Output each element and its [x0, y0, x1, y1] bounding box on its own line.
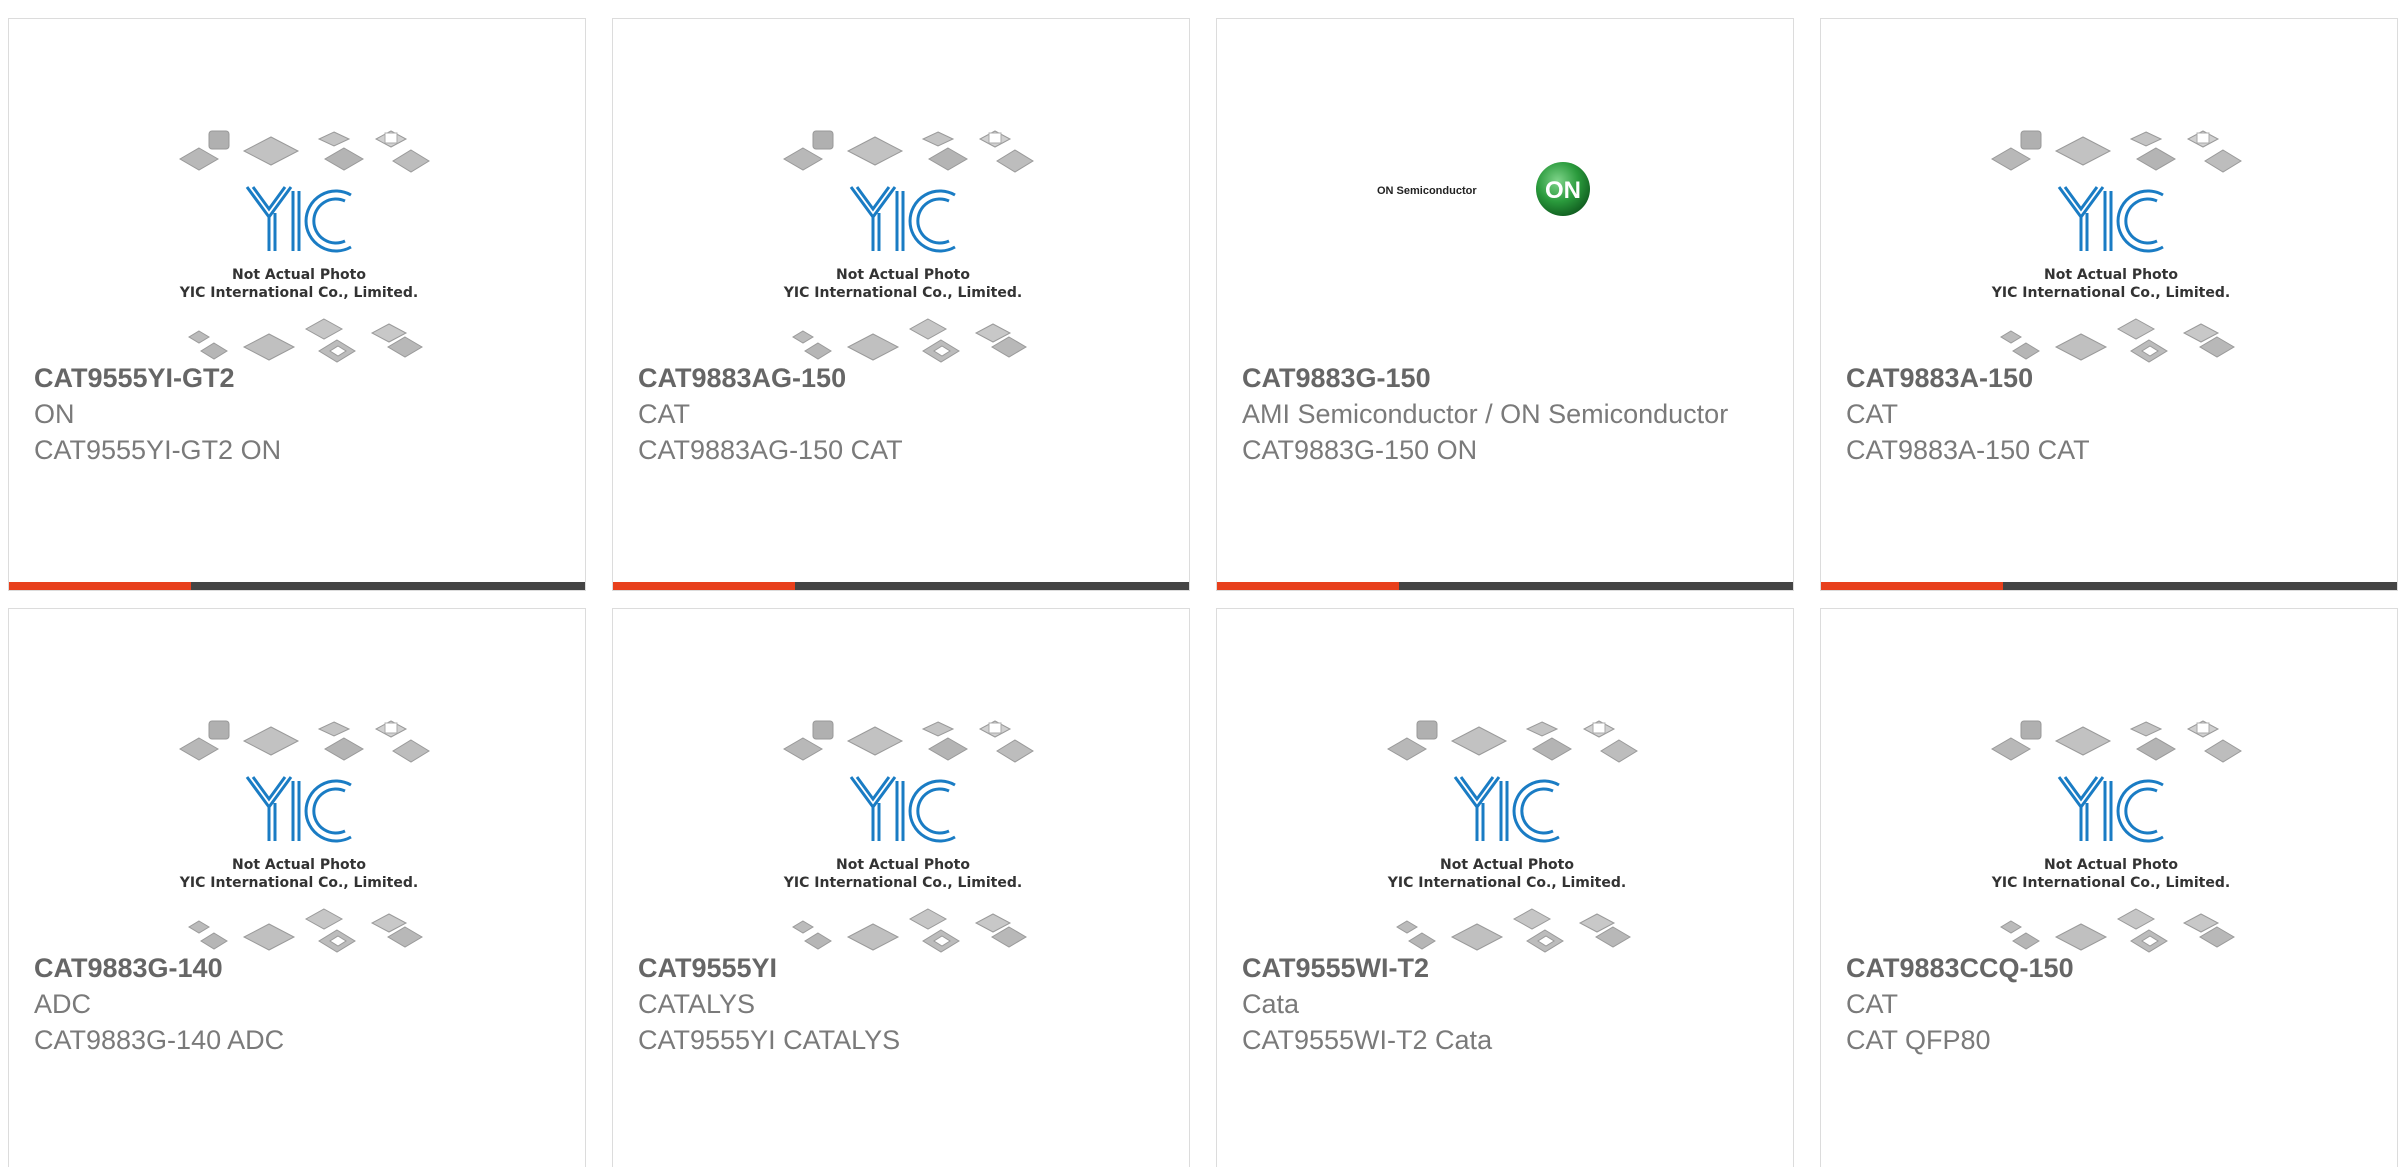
svg-text:Not Actual Photo: Not Actual Photo: [2044, 857, 2178, 873]
svg-text:YIC International Co., Limited: YIC International Co., Limited.: [1991, 285, 2230, 301]
product-card[interactable]: ON Semiconductor ON CAT9883G-150 AMI Sem…: [1216, 18, 1794, 591]
product-photo-placeholder: Not Actual Photo YIC International Co., L…: [129, 79, 469, 379]
part-number[interactable]: CAT9555WI-T2: [1242, 950, 1762, 986]
description: CAT9883AG-150 CAT: [638, 435, 903, 465]
product-card[interactable]: Not Actual Photo YIC International Co., L…: [612, 18, 1190, 591]
manufacturer: CAT: [1846, 399, 1898, 429]
description: CAT9555WI-T2 Cata: [1242, 1025, 1493, 1055]
card-bottom-bar: [1217, 582, 1793, 590]
svg-text:Not Actual Photo: Not Actual Photo: [1440, 857, 1574, 873]
description: CAT9883G-140 ADC: [34, 1025, 285, 1055]
description: CAT9883A-150 CAT: [1846, 435, 2090, 465]
product-card[interactable]: Not Actual Photo YIC International Co., L…: [8, 18, 586, 591]
svg-text:Not Actual Photo: Not Actual Photo: [232, 267, 366, 283]
product-card[interactable]: Not Actual Photo YIC International Co., L…: [612, 608, 1190, 1167]
svg-text:Not Actual Photo: Not Actual Photo: [836, 857, 970, 873]
on-semiconductor-logo: ON Semiconductor ON: [1337, 139, 1677, 229]
manufacturer: CATALYS: [638, 989, 756, 1019]
manufacturer: AMI Semiconductor / ON Semiconductor: [1242, 399, 1729, 429]
card-accent-bar: [1821, 582, 2003, 590]
description: CAT9555YI-GT2 ON: [34, 435, 282, 465]
card-bottom-bar: [1821, 582, 2397, 590]
part-number[interactable]: CAT9883A-150: [1846, 360, 2366, 396]
logo-wordmark: ON Semiconductor: [1377, 185, 1477, 197]
product-photo-placeholder: Not Actual Photo YIC International Co., L…: [1941, 79, 2281, 379]
product-photo-placeholder: Not Actual Photo YIC International Co., L…: [1337, 669, 1677, 969]
product-photo-placeholder: Not Actual Photo YIC International Co., L…: [1941, 669, 2281, 969]
part-number[interactable]: CAT9883G-150: [1242, 360, 1762, 396]
product-card[interactable]: Not Actual Photo YIC International Co., L…: [1216, 608, 1794, 1167]
manufacturer: Cata: [1242, 989, 1300, 1019]
product-card[interactable]: Not Actual Photo YIC International Co., L…: [1820, 608, 2398, 1167]
svg-text:YIC International Co., Limited: YIC International Co., Limited.: [179, 285, 418, 301]
card-bottom-bar: [9, 582, 585, 590]
part-number[interactable]: CAT9883AG-150: [638, 360, 1158, 396]
manufacturer: CAT: [638, 399, 690, 429]
manufacturer: CAT: [1846, 989, 1898, 1019]
card-accent-bar: [613, 582, 795, 590]
product-photo-placeholder: Not Actual Photo YIC International Co., L…: [129, 669, 469, 969]
svg-text:YIC International Co., Limited: YIC International Co., Limited.: [783, 875, 1022, 891]
part-number[interactable]: CAT9555YI: [638, 950, 1158, 986]
manufacturer: ADC: [34, 989, 92, 1019]
svg-text:Not Actual Photo: Not Actual Photo: [2044, 267, 2178, 283]
svg-text:YIC International Co., Limited: YIC International Co., Limited.: [1991, 875, 2230, 891]
svg-text:Not Actual Photo: Not Actual Photo: [836, 267, 970, 283]
svg-text:YIC International Co., Limited: YIC International Co., Limited.: [1387, 875, 1626, 891]
part-number[interactable]: CAT9883CCQ-150: [1846, 950, 2366, 986]
product-photo-placeholder: Not Actual Photo YIC International Co., L…: [733, 79, 1073, 379]
description: CAT9555YI CATALYS: [638, 1025, 901, 1055]
product-photo-placeholder: Not Actual Photo YIC International Co., L…: [733, 669, 1073, 969]
svg-text:Not Actual Photo: Not Actual Photo: [232, 857, 366, 873]
logo-badge: ON: [1545, 177, 1581, 204]
product-card[interactable]: Not Actual Photo YIC International Co., L…: [1820, 18, 2398, 591]
description: CAT QFP80: [1846, 1025, 1991, 1055]
product-card[interactable]: Not Actual Photo YIC International Co., L…: [8, 608, 586, 1167]
card-bottom-bar: [613, 582, 1189, 590]
svg-text:YIC International Co., Limited: YIC International Co., Limited.: [783, 285, 1022, 301]
part-number[interactable]: CAT9883G-140: [34, 950, 554, 986]
part-number[interactable]: CAT9555YI-GT2: [34, 360, 554, 396]
description: CAT9883G-150 ON: [1242, 435, 1478, 465]
card-accent-bar: [1217, 582, 1399, 590]
manufacturer: ON: [34, 399, 75, 429]
product-grid: Not Actual Photo YIC International Co., L…: [0, 0, 2400, 1167]
card-accent-bar: [9, 582, 191, 590]
svg-text:YIC International Co., Limited: YIC International Co., Limited.: [179, 875, 418, 891]
